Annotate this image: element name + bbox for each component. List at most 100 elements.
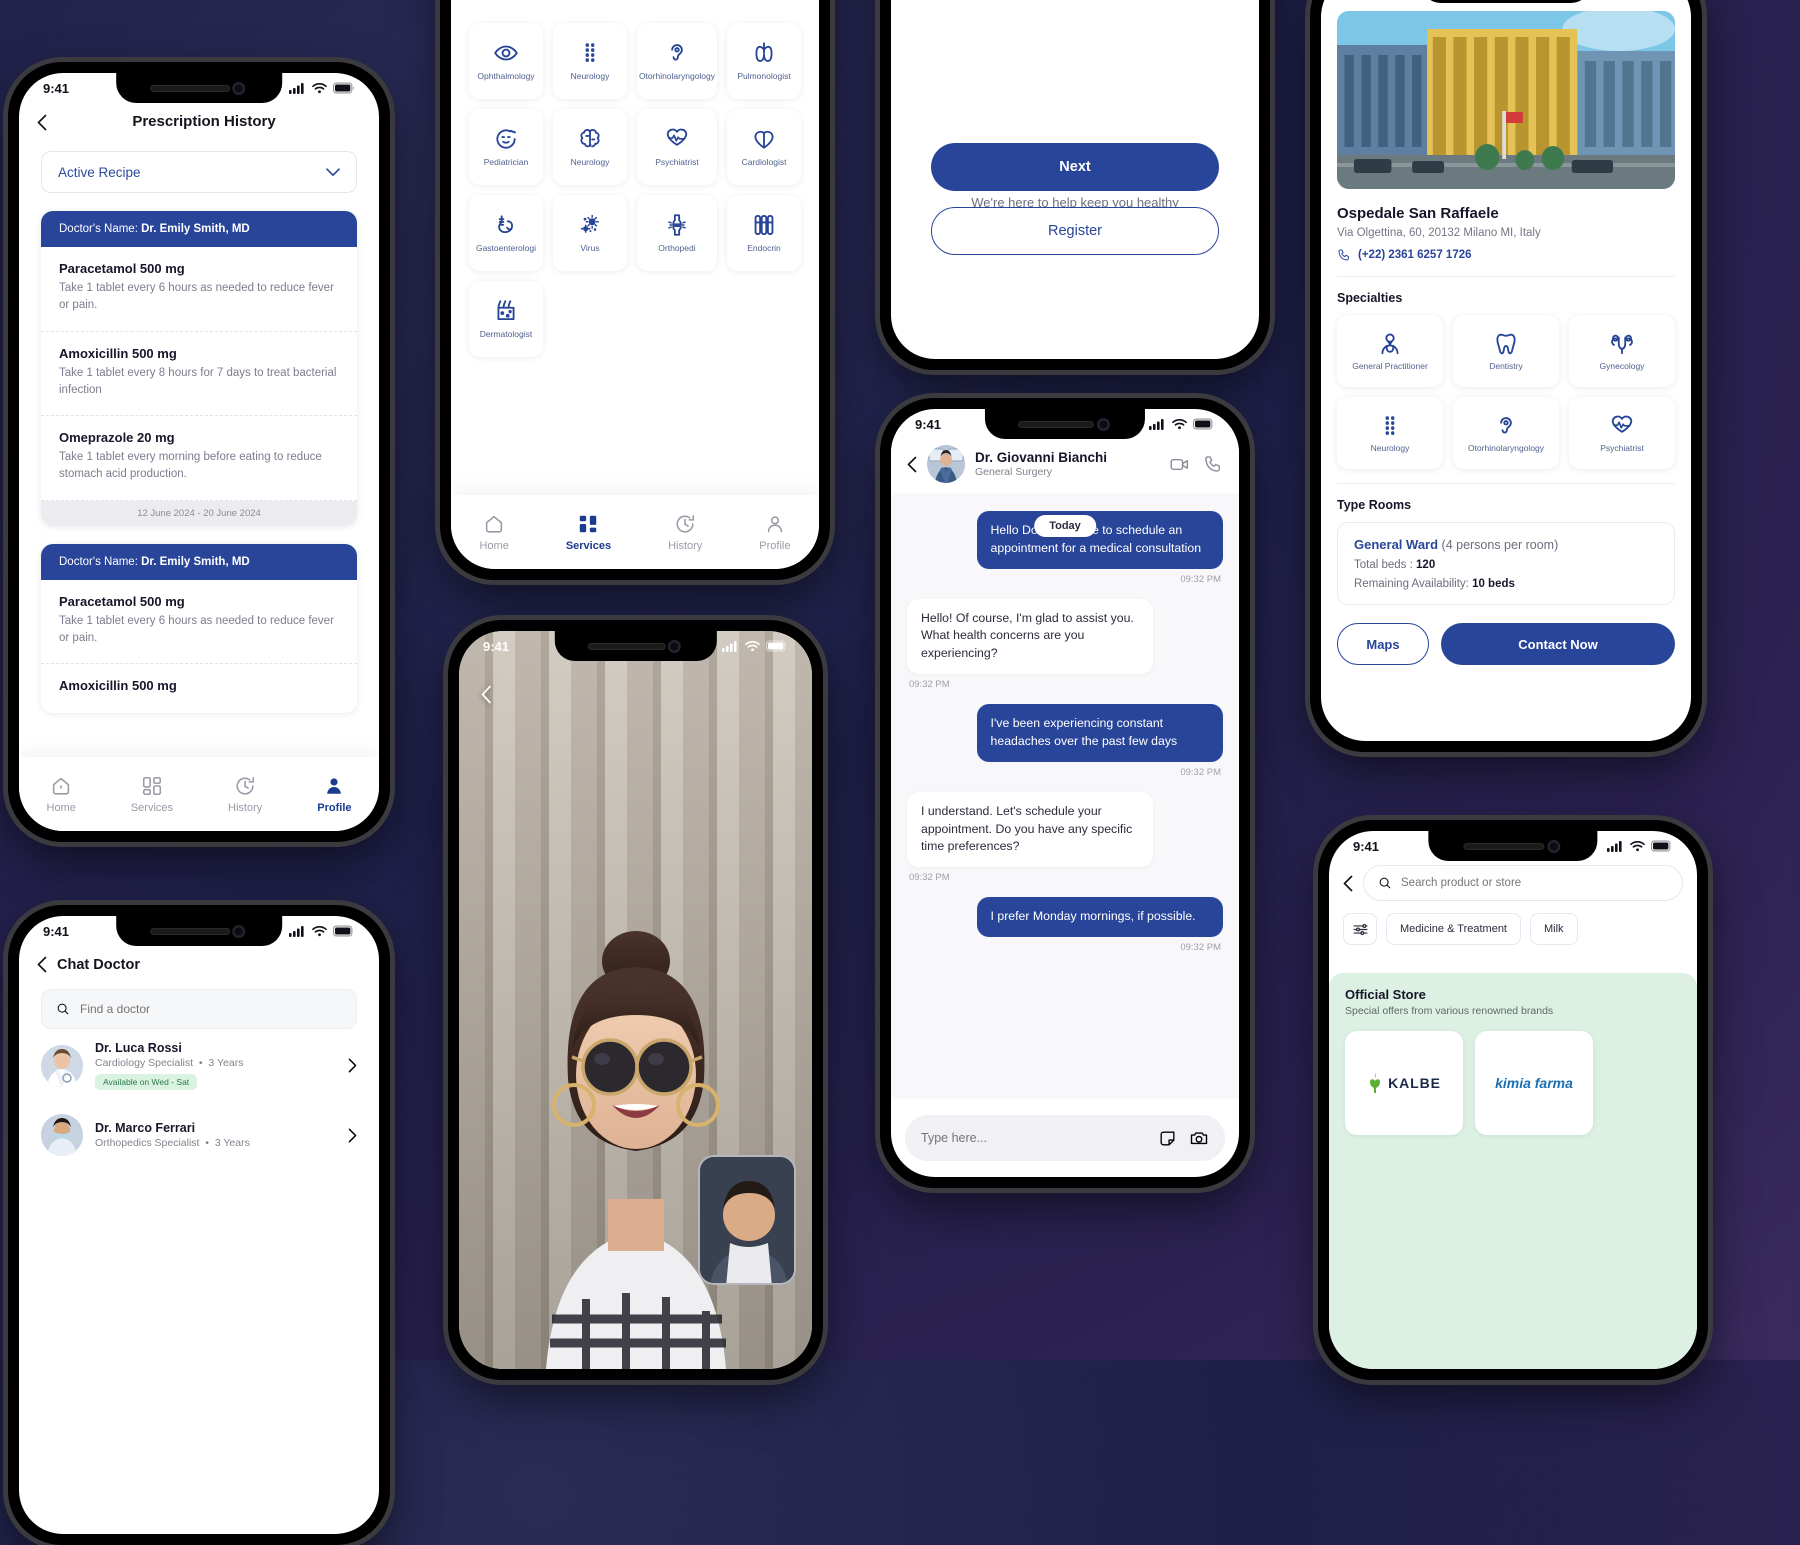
wifi-icon xyxy=(312,83,327,94)
brand-card[interactable]: KALBE xyxy=(1345,1031,1463,1135)
service-ophthalmology[interactable]: Ophthalmology xyxy=(469,23,543,99)
phone-call-icon[interactable] xyxy=(1203,454,1223,475)
specialty-dentistry[interactable]: Dentistry xyxy=(1453,315,1559,387)
cellular-icon xyxy=(722,641,737,652)
hospital-photo xyxy=(1337,11,1675,189)
store-topbar xyxy=(1329,861,1697,901)
status-icons xyxy=(722,640,788,652)
service-cardiologist[interactable]: Cardiologist xyxy=(727,109,801,185)
tab-home[interactable]: Home xyxy=(479,513,509,552)
service-otorhinolaryngology[interactable]: Otorhinolaryngology xyxy=(636,23,718,99)
person-icon xyxy=(327,777,342,794)
maps-button[interactable]: Maps xyxy=(1337,623,1429,665)
self-view-pip[interactable] xyxy=(698,1155,796,1285)
service-pulmonologist[interactable]: Pulmonologist xyxy=(727,23,801,99)
specialty-general-practitioner[interactable]: General Practitioner xyxy=(1337,315,1443,387)
service-label: Pulmonologist xyxy=(737,71,791,82)
tab-history[interactable]: History xyxy=(228,775,262,814)
skin-icon xyxy=(497,300,515,321)
status-bar: 9:41 xyxy=(459,631,812,661)
tab-profile[interactable]: Profile xyxy=(317,775,352,814)
history-icon xyxy=(236,776,255,795)
chat-message-out: I prefer Monday mornings, if possible. xyxy=(976,897,1223,938)
wifi-icon xyxy=(1172,419,1187,430)
room-card[interactable]: General Ward (4 persons per room) Total … xyxy=(1337,522,1675,605)
tab-home[interactable]: Home xyxy=(47,775,76,814)
doctor-list-item[interactable]: Dr. Luca Rossi Cardiology Specialist • 3… xyxy=(19,1029,379,1102)
service-gastroenterology[interactable]: Gastoenterologi xyxy=(469,195,543,271)
back-icon[interactable] xyxy=(481,685,492,704)
specialty-neurology[interactable]: Neurology xyxy=(1337,397,1443,469)
status-bar: 9:41 xyxy=(1321,0,1691,3)
doctor-search[interactable] xyxy=(41,989,357,1029)
doctor-name: Dr. Emily Smith, MD xyxy=(141,555,250,568)
service-psychiatrist[interactable]: Psychiatrist xyxy=(636,109,718,185)
screen-chat: 9:41 Dr. Giovanni Bianchi General Surger… xyxy=(891,409,1239,1177)
service-label: Otorhinolaryngology xyxy=(638,71,716,82)
specialty-label: Dentistry xyxy=(1489,360,1523,371)
service-virus[interactable]: Virus xyxy=(552,195,627,271)
prescription-doctor-header: Doctor's Name: Dr. Emily Smith, MD xyxy=(41,211,357,247)
medicine-desc: Take 1 tablet every 6 hours as needed to… xyxy=(59,614,334,644)
attachment-icon[interactable] xyxy=(1158,1129,1177,1148)
camera-icon[interactable] xyxy=(1189,1128,1209,1148)
video-call-icon[interactable] xyxy=(1169,454,1190,475)
message-input[interactable] xyxy=(921,1131,1146,1145)
active-recipe-select[interactable]: Active Recipe xyxy=(41,151,357,193)
screen-welcome: We're here to help keep you healthy Next… xyxy=(891,0,1259,359)
status-icons xyxy=(289,82,355,94)
filter-icon[interactable] xyxy=(1343,913,1377,945)
specialty-otorhinolaryngology[interactable]: Otorhinolaryngology xyxy=(1453,397,1559,469)
status-bar: 9:41 xyxy=(891,409,1239,439)
service-neurology-spine[interactable]: Neurology xyxy=(552,23,627,99)
service-neurology-brain[interactable]: Neurology xyxy=(552,109,627,185)
specialty-gynecology[interactable]: Gynecology xyxy=(1569,315,1675,387)
uterus-icon xyxy=(1611,334,1633,354)
screen-chat-doctor-list: 9:41 Chat Doctor Find a doctor Dr. Luca … xyxy=(19,916,379,1534)
hospital-phone-row[interactable]: (+22) 2361 6257 1726 xyxy=(1337,248,1675,262)
cellular-icon xyxy=(1149,419,1164,430)
contact-now-button[interactable]: Contact Now xyxy=(1441,623,1675,665)
brand-card[interactable]: kimia farma xyxy=(1475,1031,1593,1135)
person-icon xyxy=(767,515,783,532)
child-face-icon xyxy=(496,129,516,149)
phone-prescription-history: 9:41 Prescription History Active Recipe xyxy=(8,62,390,842)
prescription-card: Doctor's Name: Dr. Emily Smith, MD Parac… xyxy=(41,543,357,713)
vials-icon xyxy=(754,215,774,236)
phone-chat-doctor-list: 9:41 Chat Doctor Find a doctor Dr. Luca … xyxy=(8,905,390,1545)
room-total-beds: Total beds : 120 xyxy=(1354,559,1658,571)
chip-milk[interactable]: Milk xyxy=(1530,913,1578,945)
chevron-down-icon xyxy=(326,167,340,176)
search-input[interactable] xyxy=(80,1002,342,1016)
store-search-input[interactable] xyxy=(1401,877,1668,889)
status-time: 9:41 xyxy=(43,923,70,939)
back-icon[interactable] xyxy=(1343,875,1353,892)
service-orthopedi[interactable]: Orthopedi xyxy=(636,195,718,271)
service-endocrin[interactable]: Endocrin xyxy=(727,195,801,271)
tab-services[interactable]: Services xyxy=(131,775,173,814)
register-button[interactable]: Register xyxy=(931,207,1219,255)
store-search[interactable] xyxy=(1363,865,1683,901)
service-label: Gastoenterologi xyxy=(475,243,536,254)
active-recipe-value: Active Recipe xyxy=(58,164,141,180)
store-filter-row: Medicine & Treatment Milk xyxy=(1329,901,1697,945)
chip-medicine-treatment[interactable]: Medicine & Treatment xyxy=(1386,913,1521,945)
back-icon[interactable] xyxy=(37,114,47,131)
specialty-psychiatrist[interactable]: Psychiatrist xyxy=(1569,397,1675,469)
tab-history[interactable]: History xyxy=(668,513,702,552)
tab-profile[interactable]: Profile xyxy=(759,513,790,552)
chat-doctor-name: Dr. Giovanni Bianchi xyxy=(975,449,1108,465)
service-label: Cardiologist xyxy=(741,157,787,168)
back-icon[interactable] xyxy=(907,456,917,473)
service-dermatologist[interactable]: Dermatologist xyxy=(469,281,543,357)
total-beds-value: 120 xyxy=(1416,559,1436,571)
service-pediatrician[interactable]: Pediatrician xyxy=(469,109,543,185)
next-button[interactable]: Next xyxy=(931,143,1219,191)
status-time: 9:41 xyxy=(43,80,70,96)
joint-icon xyxy=(668,214,686,236)
tab-services[interactable]: Services xyxy=(566,513,611,552)
phone-store: 9:41 Medicine xyxy=(1318,820,1708,1380)
doctor-list-item[interactable]: Dr. Marco Ferrari Orthopedics Specialist… xyxy=(19,1102,379,1168)
history-icon xyxy=(676,514,695,533)
back-icon[interactable] xyxy=(37,956,47,973)
